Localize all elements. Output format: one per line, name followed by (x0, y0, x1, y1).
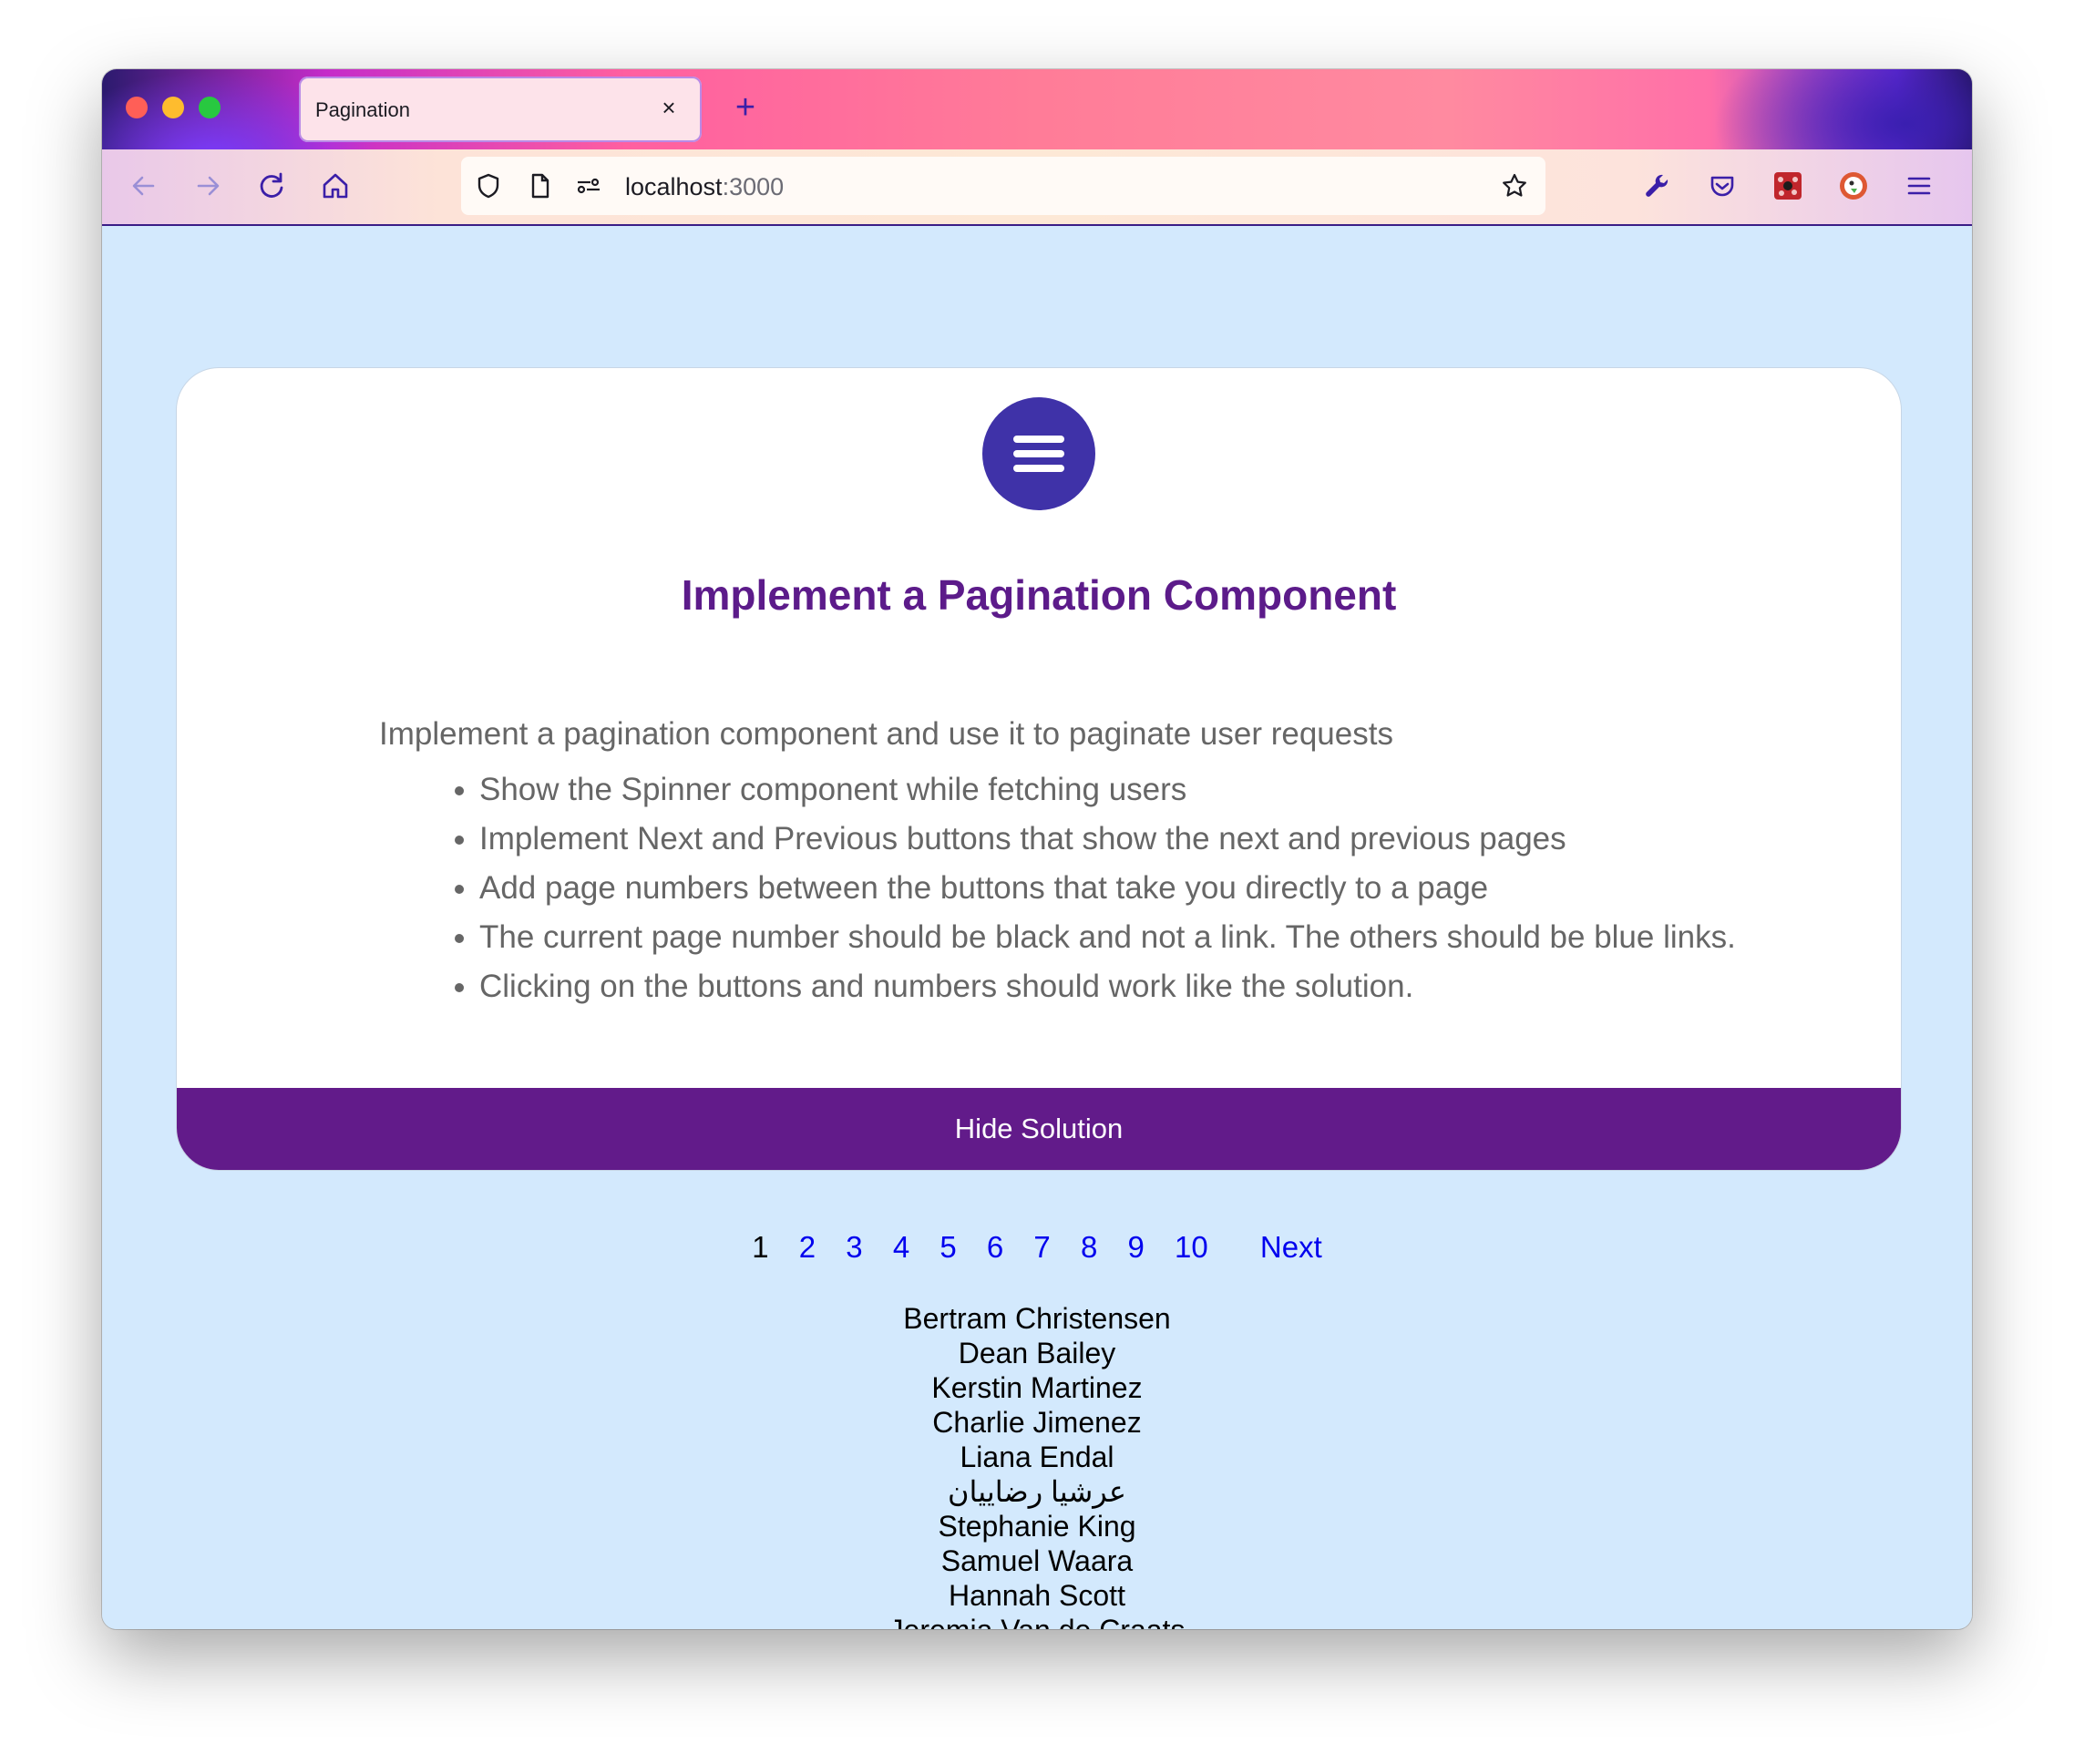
new-tab-button[interactable]: + (727, 89, 764, 126)
intro-text: Implement a pagination component and use… (379, 716, 1393, 752)
page-content: Implement a Pagination Component Impleme… (102, 226, 1972, 1629)
page-link-6[interactable]: 6 (987, 1230, 1003, 1265)
navigation-bar: localhost:3000 (102, 149, 1972, 226)
pocket-icon[interactable] (1704, 168, 1740, 204)
hamburger-logo-icon (982, 397, 1095, 510)
user-name: Bertram Christensen (903, 1302, 1171, 1335)
page-title: Implement a Pagination Component (681, 571, 1397, 619)
page-link-4[interactable]: 4 (893, 1230, 909, 1265)
user-name: Stephanie King (938, 1510, 1136, 1543)
list-item: Implement Next and Previous buttons that… (479, 815, 1736, 864)
challenge-card: Implement a Pagination Component Impleme… (177, 368, 1901, 1170)
wrench-icon[interactable] (1638, 168, 1675, 204)
extension-icon[interactable] (1770, 168, 1806, 204)
url-host: localhost (625, 173, 723, 200)
zoom-window-button[interactable] (199, 97, 221, 118)
user-name: Jeremia Van de Craats (102, 1613, 1972, 1629)
tab-pagination[interactable]: Pagination × (299, 77, 702, 142)
list-item: Clicking on the buttons and numbers shou… (479, 962, 1736, 1011)
duckduckgo-icon[interactable] (1835, 168, 1872, 204)
page-link-7[interactable]: 7 (1033, 1230, 1050, 1265)
list-item: The current page number should be black … (479, 913, 1736, 962)
home-icon[interactable] (317, 168, 354, 204)
list-item: Show the Spinner component while fetchin… (479, 765, 1736, 815)
user-name: Hannah Scott (949, 1579, 1125, 1612)
url-text[interactable]: localhost:3000 (625, 173, 784, 201)
back-arrow-icon[interactable] (126, 168, 162, 204)
next-page-link[interactable]: Next (1260, 1230, 1322, 1265)
pagination: 1 2 3 4 5 6 7 8 9 10 Next (102, 1230, 1972, 1267)
page-icon[interactable] (525, 171, 554, 200)
url-port: :3000 (722, 173, 785, 200)
close-window-button[interactable] (126, 97, 148, 118)
address-bar[interactable]: localhost:3000 (461, 157, 1545, 215)
current-page: 1 (752, 1230, 769, 1264)
permissions-icon[interactable] (574, 171, 603, 200)
user-name: Dean Bailey (958, 1337, 1116, 1369)
page-link-2[interactable]: 2 (799, 1230, 816, 1265)
list-item: Add page numbers between the buttons tha… (479, 864, 1736, 913)
title-bar: Pagination × + (102, 69, 1972, 149)
page-link-10[interactable]: 10 (1175, 1230, 1208, 1265)
page-link-9[interactable]: 9 (1127, 1230, 1144, 1265)
browser-window: Pagination × + localhost:3000 Implement … (102, 69, 1972, 1629)
bookmark-star-icon[interactable] (1500, 171, 1529, 200)
page-link-3[interactable]: 3 (846, 1230, 862, 1265)
shield-icon[interactable] (474, 171, 503, 200)
page-link-5[interactable]: 5 (939, 1230, 956, 1265)
user-list: Bertram Christensen Dean Bailey Kerstin … (102, 1301, 1972, 1629)
tab-close-icon[interactable]: × (654, 93, 683, 122)
page-link-8[interactable]: 8 (1081, 1230, 1097, 1265)
user-name: Charlie Jimenez (932, 1406, 1142, 1439)
hide-solution-button[interactable]: Hide Solution (177, 1088, 1901, 1170)
menu-icon[interactable] (1901, 168, 1937, 204)
tab-title: Pagination (315, 98, 410, 121)
requirements-list: Show the Spinner component while fetchin… (379, 765, 1736, 1011)
user-name: Kerstin Martinez (931, 1371, 1143, 1404)
user-name: Liana Endal (960, 1441, 1114, 1473)
minimize-window-button[interactable] (162, 97, 184, 118)
user-name: عرشیا رضاییان (947, 1475, 1127, 1508)
user-name: Samuel Waara (940, 1544, 1134, 1577)
forward-arrow-icon[interactable] (190, 168, 226, 204)
reload-icon[interactable] (253, 168, 290, 204)
